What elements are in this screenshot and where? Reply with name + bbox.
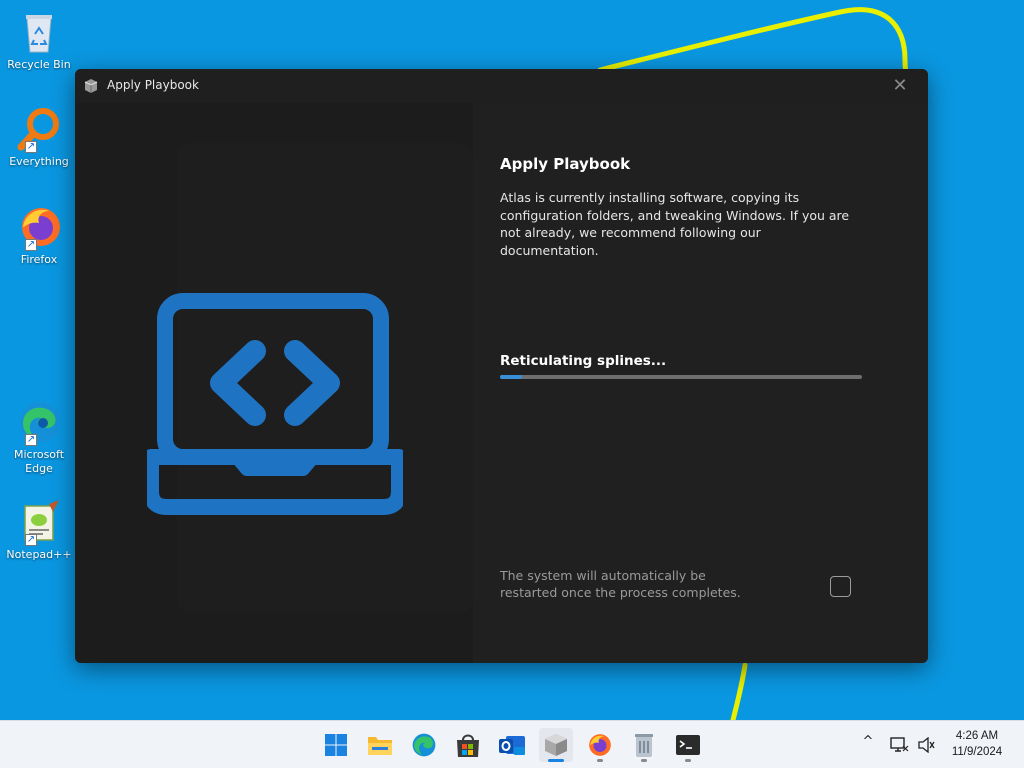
- desktop-icon-firefox[interactable]: ↗ Firefox: [2, 203, 76, 267]
- running-indicator: [597, 759, 603, 762]
- content-pane: Apply Playbook Atlas is currently instal…: [473, 103, 928, 663]
- taskbar-firefox[interactable]: [583, 728, 617, 762]
- store-bag-icon: [457, 734, 479, 757]
- terminal-icon: [676, 735, 700, 755]
- desktop-icon-label: Firefox: [20, 253, 58, 266]
- desktop-icon-everything[interactable]: ↗ Everything: [2, 105, 76, 169]
- restart-note: The system will automatically be restart…: [500, 568, 741, 600]
- firefox-icon: ↗: [15, 203, 63, 251]
- taskbar-atlas-toolbox[interactable]: [539, 728, 573, 762]
- notepad-plus-plus-icon: ↗: [15, 498, 63, 546]
- desktop-icon-label: Everything: [9, 155, 69, 168]
- desktop-icon-label: Notepad++: [6, 548, 72, 561]
- page-heading: Apply Playbook: [500, 155, 631, 173]
- title-bar[interactable]: Apply Playbook ✕: [75, 69, 928, 103]
- edge-icon: ↗: [15, 398, 63, 446]
- volume-muted-icon[interactable]: [912, 728, 940, 762]
- taskbar-outlook[interactable]: [495, 728, 529, 762]
- taskbar-edge[interactable]: [407, 728, 441, 762]
- shortcut-arrow-icon: ↗: [25, 239, 37, 251]
- status-text: Reticulating splines...: [500, 353, 667, 369]
- taskbar-file-explorer[interactable]: [363, 728, 397, 762]
- desktop-icon-label: Microsoft Edge: [13, 448, 65, 475]
- folder-icon: [368, 737, 392, 755]
- desktop-icon-label: Recycle Bin: [7, 58, 71, 71]
- show-hidden-icons-chevron[interactable]: ^: [859, 734, 877, 752]
- running-indicator: [641, 759, 647, 762]
- atlas-cube-icon: [545, 734, 567, 756]
- start-button[interactable]: [319, 728, 353, 762]
- laptop-code-icon: [147, 293, 403, 515]
- apply-playbook-window: Apply Playbook ✕ Apply Playbook Atlas is…: [75, 69, 928, 663]
- recycle-bin-icon: [635, 734, 653, 757]
- everything-search-icon: ↗: [15, 105, 63, 153]
- clock-time: 4:26 AM: [955, 730, 999, 742]
- firefox-icon: [589, 734, 611, 756]
- desktop-icon-notepadpp[interactable]: ↗ Notepad++: [2, 498, 76, 562]
- taskbar-recycle-bin[interactable]: [627, 728, 661, 762]
- progress-bar: [500, 375, 862, 379]
- taskbar-microsoft-store[interactable]: [451, 728, 485, 762]
- window-title: Apply Playbook: [107, 78, 199, 92]
- restart-checkbox[interactable]: [830, 576, 851, 597]
- system-clock[interactable]: 4:26 AM 11/9/2024: [944, 728, 1010, 760]
- desktop-icon-recycle-bin[interactable]: Recycle Bin: [2, 8, 76, 72]
- clock-date: 11/9/2024: [951, 746, 1003, 758]
- running-indicator: [685, 759, 691, 762]
- atlas-app-icon: [83, 78, 99, 94]
- close-button[interactable]: ✕: [882, 73, 918, 99]
- desktop-icon-edge[interactable]: ↗ Microsoft Edge: [2, 398, 76, 476]
- windows-logo-icon: [325, 734, 347, 756]
- network-status-icon[interactable]: [884, 728, 914, 762]
- shortcut-arrow-icon: ↗: [25, 141, 37, 153]
- shortcut-arrow-icon: ↗: [25, 534, 37, 546]
- shortcut-arrow-icon: ↗: [25, 434, 37, 446]
- description-text: Atlas is currently installing software, …: [500, 190, 850, 258]
- edge-icon: [412, 733, 436, 757]
- recycle-bin-icon: [15, 8, 63, 56]
- illustration-pane: [75, 103, 473, 663]
- taskbar-terminal[interactable]: [671, 728, 705, 762]
- outlook-icon: [499, 736, 525, 755]
- progress-bar-fill: [500, 375, 522, 379]
- active-indicator: [548, 759, 564, 762]
